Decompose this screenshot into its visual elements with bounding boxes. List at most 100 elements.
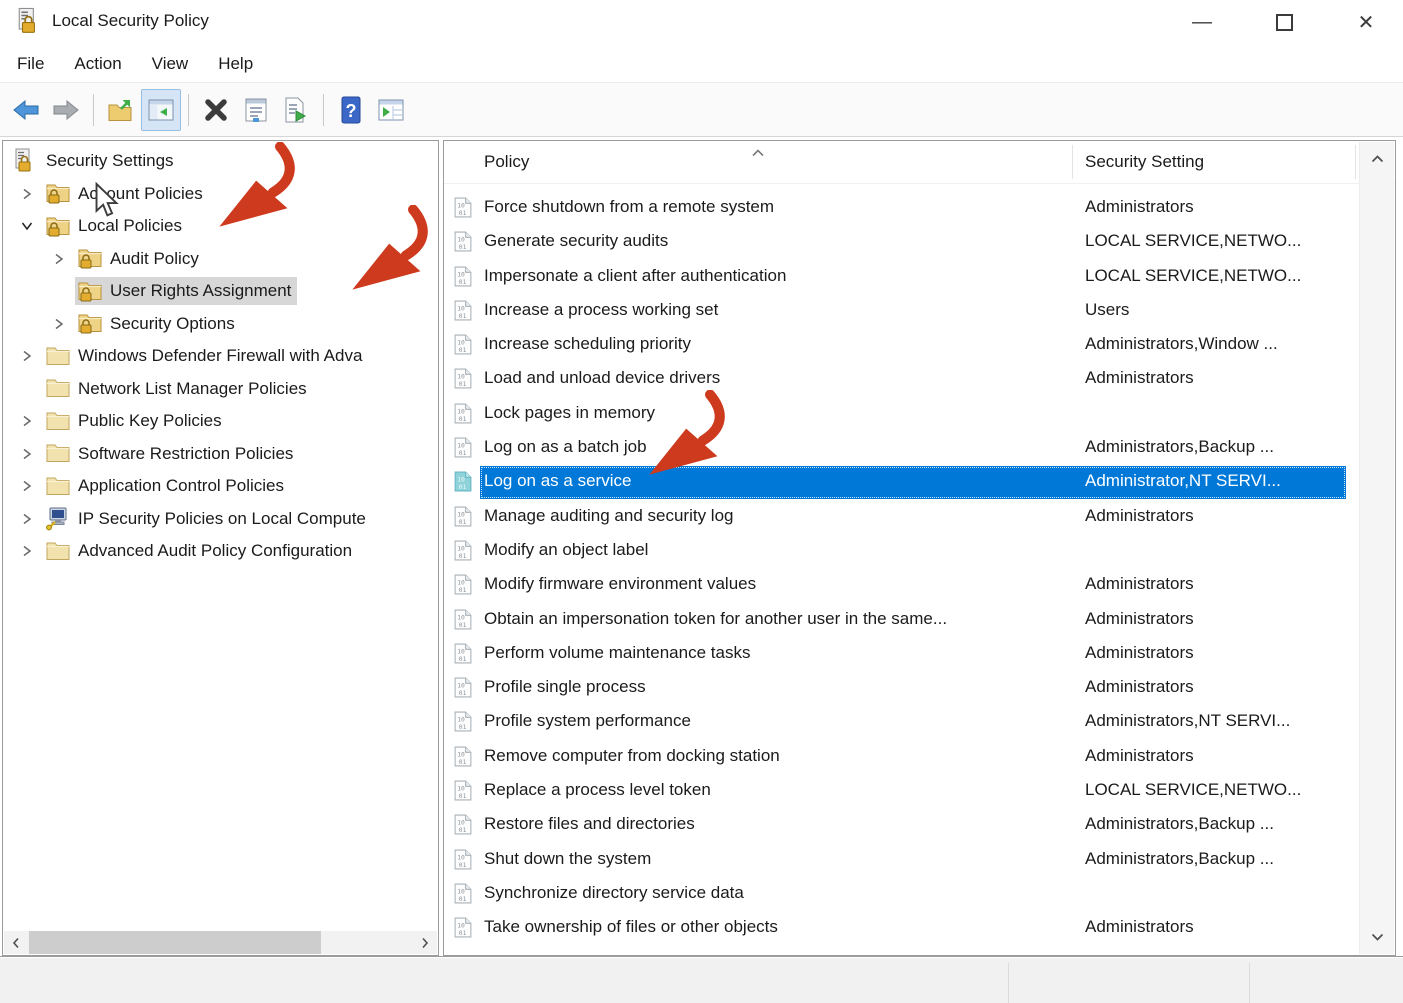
tree-item-body[interactable]: Software Restriction Policies — [43, 440, 299, 468]
chevron-icon[interactable] — [11, 479, 43, 493]
sort-ascending-icon — [751, 142, 765, 162]
column-divider[interactable] — [1355, 145, 1356, 179]
toolbar: ? — [0, 82, 1403, 137]
tree-item[interactable]: User Rights Assignment — [3, 275, 438, 308]
delete-button[interactable] — [196, 89, 236, 131]
policy-row[interactable]: 10 01 Obtain an impersonation token for … — [444, 603, 1359, 637]
tree-item[interactable]: Windows Defender Firewall with Adva — [3, 340, 438, 373]
tree-item[interactable]: Network List Manager Policies — [3, 373, 438, 406]
tree-item[interactable]: Software Restriction Policies — [3, 438, 438, 471]
security-setting-value: Administrators — [1085, 917, 1194, 937]
policy-row[interactable]: 10 01 Force shutdown from a remote syste… — [444, 191, 1359, 225]
status-bar-divider — [1008, 963, 1009, 1003]
tree-item-body[interactable]: IP Security Policies on Local Compute — [43, 505, 372, 533]
menu-file[interactable]: File — [17, 54, 44, 74]
tree-item[interactable]: Public Key Policies — [3, 405, 438, 438]
policy-name: Load and unload device drivers — [484, 368, 721, 388]
tree-item-body[interactable]: Public Key Policies — [43, 407, 228, 435]
policy-name: Take ownership of files or other objects — [484, 917, 778, 937]
svg-text:10: 10 — [457, 854, 465, 861]
up-one-level-button[interactable] — [101, 89, 141, 131]
tree-horizontal-scrollbar[interactable] — [4, 931, 437, 954]
policy-row[interactable]: 10 01 Synchronize directory service data — [444, 877, 1359, 911]
policy-row[interactable]: 10 01 Profile system performance Adminis… — [444, 705, 1359, 739]
chevron-icon[interactable] — [43, 317, 75, 331]
help-button[interactable]: ? — [331, 89, 371, 131]
policy-row[interactable]: 10 01 Load and unload device drivers Adm… — [444, 362, 1359, 396]
scroll-right-button[interactable] — [413, 931, 437, 954]
policy-row[interactable]: 10 01 Increase scheduling priority Admin… — [444, 328, 1359, 362]
policy-row[interactable]: 10 01 Log on as a service Administrator,… — [444, 465, 1359, 499]
tree-item[interactable]: Audit Policy — [3, 243, 438, 276]
tree-item[interactable]: Local Policies — [3, 210, 438, 243]
show-console-tree-button[interactable] — [141, 88, 181, 131]
chevron-icon[interactable] — [11, 447, 43, 461]
forward-icon — [53, 99, 79, 120]
policy-row[interactable]: 10 01 Shut down the system Administrator… — [444, 843, 1359, 877]
tree-item-body[interactable]: Audit Policy — [75, 245, 205, 273]
tree-item-body[interactable]: Security Options — [75, 310, 241, 338]
tree-item-body[interactable]: Advanced Audit Policy Configuration — [43, 537, 358, 565]
close-button[interactable]: ✕ — [1337, 0, 1395, 45]
svg-text:01: 01 — [459, 450, 467, 457]
title-bar: Local Security Policy — ✕ — [0, 0, 1403, 45]
export-list-button[interactable] — [276, 89, 316, 131]
chevron-icon[interactable] — [11, 512, 43, 526]
policy-row[interactable]: 10 01 Manage auditing and security log A… — [444, 500, 1359, 534]
svg-text:01: 01 — [459, 690, 467, 697]
column-divider[interactable] — [1072, 145, 1073, 179]
tree-item[interactable]: Advanced Audit Policy Configuration — [3, 535, 438, 568]
tree-item[interactable]: Application Control Policies — [3, 470, 438, 503]
maximize-button[interactable] — [1255, 0, 1313, 45]
svg-text:01: 01 — [459, 896, 467, 903]
tree-item[interactable]: Security Options — [3, 308, 438, 341]
chevron-icon[interactable] — [11, 187, 43, 201]
policy-row[interactable]: 10 01 Restore files and directories Admi… — [444, 808, 1359, 842]
tree-item-body[interactable]: Network List Manager Policies — [43, 375, 313, 403]
policy-row[interactable]: 10 01 Perform volume maintenance tasks A… — [444, 637, 1359, 671]
svg-text:10: 10 — [457, 717, 465, 724]
minimize-button[interactable]: — — [1173, 0, 1231, 45]
policy-row[interactable]: 10 01 Profile single process Administrat… — [444, 671, 1359, 705]
properties-button[interactable] — [236, 89, 276, 131]
scroll-up-button[interactable] — [1360, 146, 1394, 172]
menu-view[interactable]: View — [152, 54, 189, 74]
back-button[interactable] — [6, 89, 46, 131]
list-vertical-scrollbar[interactable] — [1359, 142, 1394, 954]
tree-item[interactable]: Security Settings — [3, 145, 438, 178]
policy-row[interactable]: 10 01 Modify firmware environment values… — [444, 568, 1359, 602]
menu-help[interactable]: Help — [218, 54, 253, 74]
chevron-icon[interactable] — [11, 349, 43, 363]
policy-row[interactable]: 10 01 Increase a process working set Use… — [444, 294, 1359, 328]
menu-action[interactable]: Action — [74, 54, 121, 74]
chevron-icon[interactable] — [43, 252, 75, 266]
scroll-left-button[interactable] — [4, 931, 28, 954]
tree-item-body[interactable]: User Rights Assignment — [75, 277, 298, 306]
chevron-icon[interactable] — [11, 414, 43, 428]
policy-row[interactable]: 10 01 Replace a process level token LOCA… — [444, 774, 1359, 808]
policy-row[interactable]: 10 01 Impersonate a client after authent… — [444, 260, 1359, 294]
tree-item-body[interactable]: Account Policies — [43, 180, 209, 208]
policy-row[interactable]: 10 01 Log on as a batch job Administrato… — [444, 431, 1359, 465]
tree-item[interactable]: IP Security Policies on Local Compute — [3, 503, 438, 536]
policy-row[interactable]: 10 01 Remove computer from docking stati… — [444, 740, 1359, 774]
column-header-security-setting[interactable]: Security Setting — [1085, 152, 1204, 172]
policy-name: Force shutdown from a remote system — [484, 197, 775, 216]
column-header-policy[interactable]: Policy — [484, 152, 529, 172]
svg-text:10: 10 — [457, 683, 465, 690]
policy-row[interactable]: 10 01 Modify an object label — [444, 534, 1359, 568]
tree-item-body[interactable]: Security Settings — [11, 147, 180, 175]
policy-row[interactable]: 10 01 Take ownership of files or other o… — [444, 911, 1359, 945]
policy-name: Generate security audits — [484, 231, 669, 251]
policy-row[interactable]: 10 01 Generate security audits LOCAL SER… — [444, 225, 1359, 259]
chevron-icon[interactable] — [11, 219, 43, 233]
tree-item[interactable]: Account Policies — [3, 178, 438, 211]
chevron-icon[interactable] — [11, 544, 43, 558]
scroll-down-button[interactable] — [1360, 924, 1394, 950]
forward-button[interactable] — [46, 89, 86, 131]
policy-row[interactable]: 10 01 Lock pages in memory — [444, 397, 1359, 431]
scrollbar-thumb[interactable] — [29, 931, 321, 954]
new-window-button[interactable] — [371, 89, 411, 131]
tree-item-body[interactable]: Application Control Policies — [43, 472, 290, 500]
tree-item-body[interactable]: Windows Defender Firewall with Adva — [43, 342, 368, 370]
